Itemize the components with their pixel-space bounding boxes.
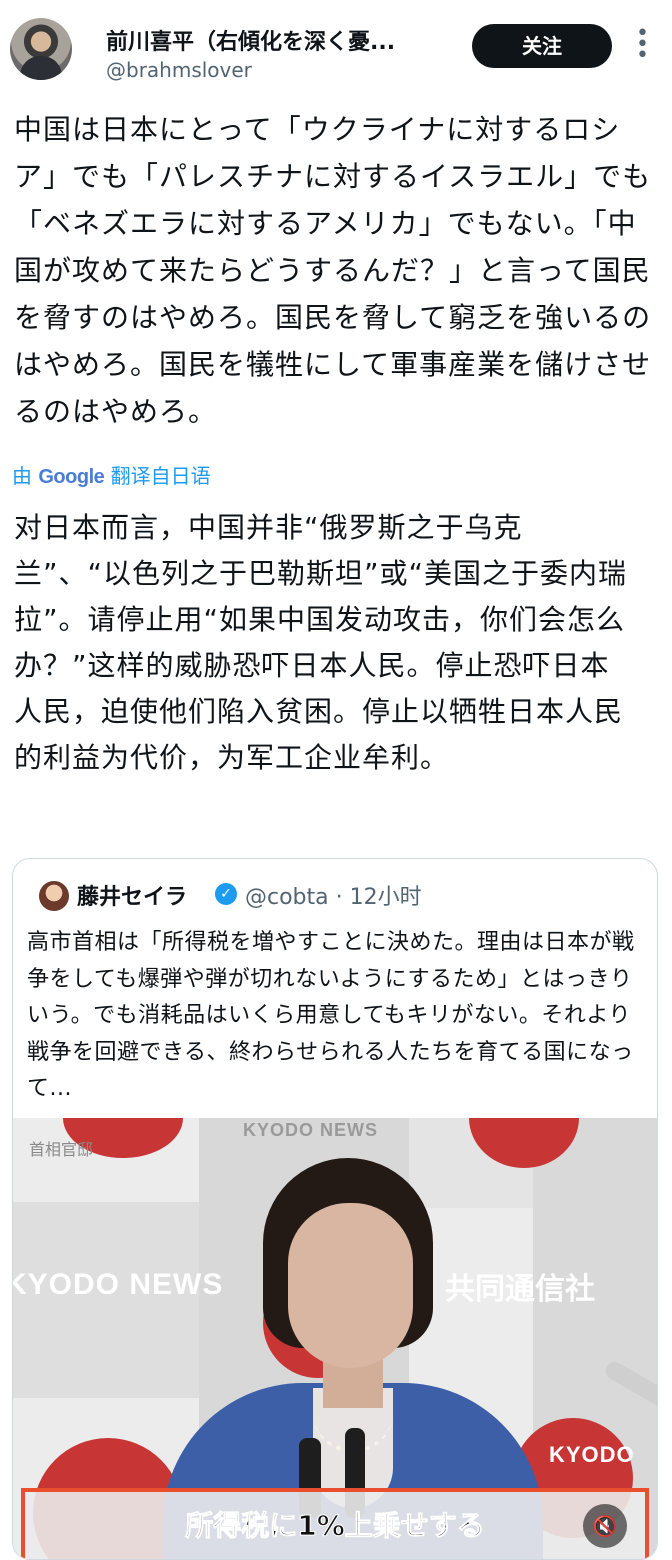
quoted-handle-time: @cobta · 12小时 [245, 885, 422, 910]
quoted-video[interactable]: 首相官邸 KYODO NEWS KYODO NEWS 共同通信社 KYODO 所… [13, 1118, 657, 1559]
translated-suffix: 翻译自日语 [104, 464, 211, 488]
video-top-label: KYODO NEWS [243, 1120, 379, 1140]
video-subtitle-box: 所得税に1%上乗せする 🔇 [21, 1488, 649, 1559]
video-subtitle: 所得税に1%上乗せする [185, 1509, 486, 1543]
follow-button[interactable]: 关注 [472, 24, 612, 68]
post-translated-text: 对日本而言，中国并非“俄罗斯之于乌克兰”、“以色列之于巴勒斯坦”或“美国之于委内… [14, 511, 628, 774]
quoted-post-card[interactable]: 藤井セイラ ✓ @cobta · 12小时 高市首相は「所得税を増やすことに決め… [12, 858, 658, 1560]
verified-badge-icon: ✓ [215, 883, 237, 905]
google-brand: Google [38, 466, 105, 488]
post-original-text: 中国は日本にとって「ウクライナに対するロシア」でも「パレスチナに対するイスラエル… [14, 113, 652, 428]
more-options-icon[interactable]: • • • [636, 23, 649, 67]
post-header: 前川喜平（右傾化を深く憂... @brahmslover 关注 • • • [0, 0, 672, 100]
video-brand-en-right: KYODO [549, 1442, 635, 1467]
author-display-name[interactable]: 前川喜平（右傾化を深く憂... [106, 24, 456, 56]
author-handle[interactable]: @brahmslover [106, 58, 252, 82]
quoted-post-text: 高市首相は「所得税を増やすことに決めた。理由は日本が戦争をしても爆弾や弾が切れな… [27, 930, 635, 1101]
quoted-author-avatar [39, 881, 69, 911]
video-corner-text: 首相官邸 [29, 1140, 94, 1159]
author-avatar[interactable] [10, 18, 72, 80]
translated-prefix: 由 [12, 464, 39, 488]
translated-by-link[interactable]: 由 Google 翻译自日语 [12, 460, 211, 489]
quoted-author-name: 藤井セイラ [77, 885, 188, 910]
mute-icon[interactable]: 🔇 [583, 1504, 627, 1548]
